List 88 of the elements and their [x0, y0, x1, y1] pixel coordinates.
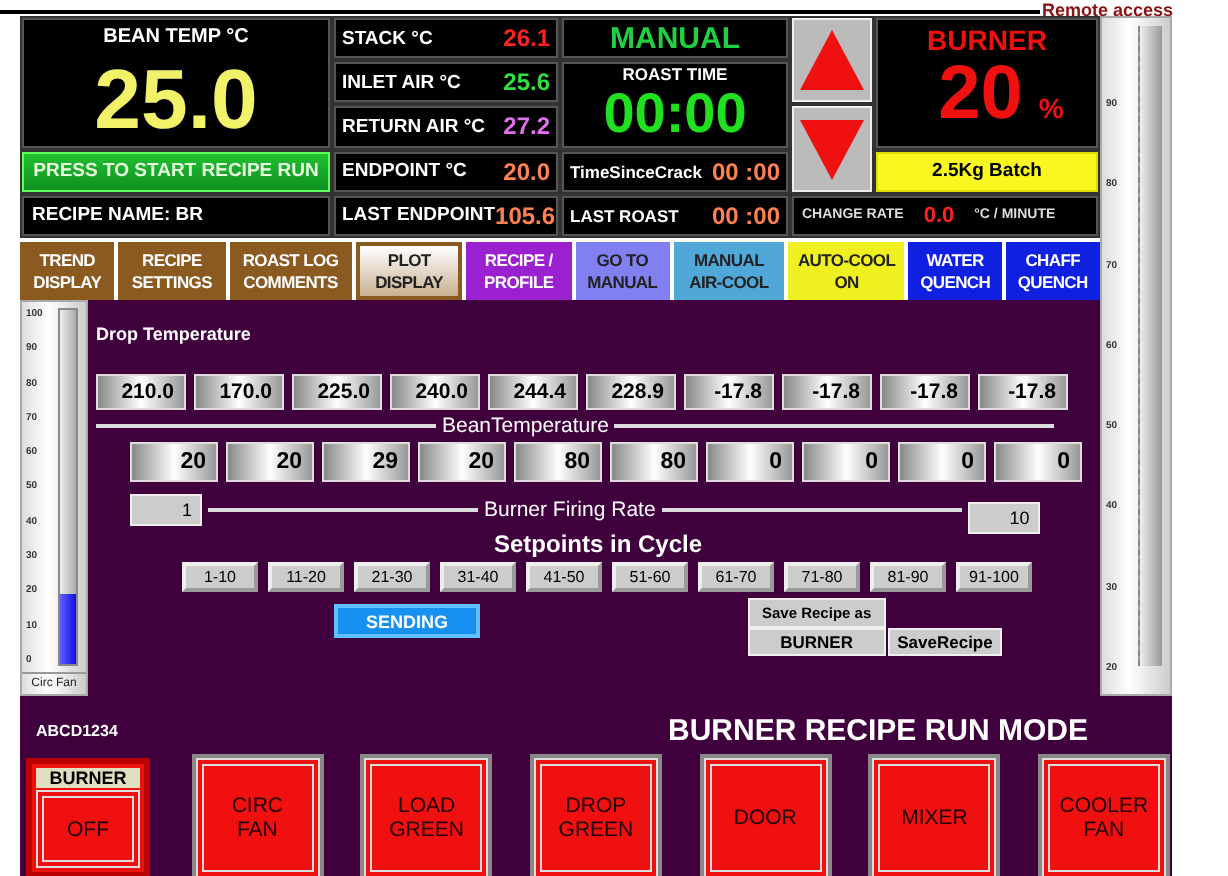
reading-label: LAST ENDPOINT [342, 204, 496, 227]
recipe-name-field[interactable]: BURNER [748, 628, 886, 656]
firing-rate-field[interactable]: 20 [226, 442, 314, 482]
bean-temp-value: 25.0 [94, 52, 258, 148]
tab[interactable]: GO TO MANUAL [575, 242, 670, 300]
tab[interactable]: MANUAL AIR-COOL [673, 242, 785, 300]
firing-rate-field[interactable]: 80 [610, 442, 698, 482]
reading-value: 25.6 [503, 68, 550, 97]
tab[interactable]: TREND DISPLAY [20, 242, 115, 300]
firing-rate-field[interactable]: 20 [130, 442, 218, 482]
roast-time-label: ROAST TIME [622, 64, 728, 85]
last-roast-value: 00 :00 [711, 201, 780, 230]
control-button[interactable]: DOOR [703, 758, 828, 876]
firing-rate-field[interactable]: 0 [898, 442, 986, 482]
remote-access-label: Remote access [1042, 0, 1174, 20]
temperature-field[interactable]: -17.8 [684, 374, 774, 410]
time-since-crack-label: TimeSinceCrack [570, 161, 702, 182]
control-button[interactable]: DROP GREEN [533, 758, 658, 876]
mode-indicator: MANUAL [562, 18, 788, 59]
save-recipe-button[interactable]: SaveRecipe [887, 628, 1003, 656]
control-button[interactable]: MIXER [872, 758, 997, 876]
temperature-field[interactable]: -17.8 [880, 374, 970, 410]
cycle-range-button[interactable]: 61-70 [698, 562, 774, 592]
reading-label: ENDPOINT °C [342, 160, 467, 183]
temperature-field[interactable]: 228.9 [586, 374, 676, 410]
burner-unit: % [1038, 92, 1064, 124]
up-arrow-icon [798, 28, 866, 93]
range-start-field[interactable]: 1 [130, 494, 202, 526]
tab[interactable]: RECIPE / PROFILE [466, 242, 572, 300]
cycle-range-button[interactable]: 11-20 [268, 562, 344, 592]
roast-time-value: 00:00 [603, 84, 747, 145]
range-end-field[interactable]: 10 [967, 502, 1040, 534]
down-arrow-icon [798, 117, 866, 182]
bean-temperature-label: BeanTemperature [442, 414, 609, 438]
firing-rate-field[interactable]: 80 [514, 442, 602, 482]
burner-value: 20 [938, 56, 1023, 132]
reading-value: 27.2 [503, 112, 550, 141]
temperature-field[interactable]: 240.0 [390, 374, 480, 410]
cycle-range-button[interactable]: 41-50 [526, 562, 602, 592]
setpoints-title: Setpoints in Cycle [493, 530, 703, 558]
control-button[interactable]: OFF [36, 790, 140, 868]
last-roast-label: LAST ROAST [570, 205, 679, 226]
cycle-range-button[interactable]: 81-90 [870, 562, 946, 592]
firing-rate-field[interactable]: 0 [994, 442, 1082, 482]
drop-temperature-label: Drop Temperature [96, 324, 251, 344]
temperature-field[interactable]: 210.0 [96, 374, 186, 410]
temperature-field[interactable]: 225.0 [292, 374, 382, 410]
control-label: BURNER [36, 768, 140, 788]
reading-label: STACK °C [342, 27, 433, 50]
tab[interactable]: CHAFF QUENCH [1005, 242, 1100, 300]
control-button[interactable]: CIRC FAN [195, 758, 320, 876]
tab[interactable]: ROAST LOG COMMENTS [229, 242, 352, 300]
temperature-field[interactable]: -17.8 [978, 374, 1068, 410]
batch-size: 2.5Kg Batch [876, 151, 1098, 192]
control-button[interactable]: COOLER FAN [1041, 758, 1166, 876]
temperature-field[interactable]: 170.0 [194, 374, 284, 410]
tab[interactable]: RECIPE SETTINGS [118, 242, 226, 300]
cycle-range-button[interactable]: 31-40 [440, 562, 516, 592]
firing-rate-field[interactable]: 0 [706, 442, 794, 482]
increase-button[interactable] [792, 18, 872, 103]
tab[interactable]: AUTO-COOL ON [788, 242, 905, 300]
firing-rate-field[interactable]: 29 [322, 442, 410, 482]
reading-label: RETURN AIR °C [342, 115, 486, 138]
cycle-range-button[interactable]: 71-80 [784, 562, 860, 592]
tab[interactable]: WATER QUENCH [908, 242, 1002, 300]
cycle-range-button[interactable]: 1-10 [182, 562, 258, 592]
temperature-field[interactable]: 244.4 [488, 374, 578, 410]
run-mode-title: BURNER RECIPE RUN MODE [667, 714, 1088, 748]
burner-label: BURNER [927, 24, 1047, 56]
recipe-code: ABCD1234 [36, 722, 118, 740]
temperature-field[interactable]: -17.8 [782, 374, 872, 410]
time-since-crack-value: 00 :00 [711, 157, 780, 186]
reading-value: 26.1 [503, 24, 550, 53]
firing-rate-field[interactable]: 20 [418, 442, 506, 482]
change-rate-value: 0.0 [923, 203, 955, 228]
recipe-name: RECIPE NAME: BR [22, 195, 330, 236]
reading-value: 105.6 [495, 201, 556, 230]
cycle-range-button[interactable]: 21-30 [354, 562, 430, 592]
bean-temp-label: BEAN TEMP °C [103, 26, 249, 48]
cycle-range-button[interactable]: 51-60 [612, 562, 688, 592]
firing-rate-field[interactable]: 0 [802, 442, 890, 482]
reading-value: 20.0 [503, 157, 550, 186]
firing-rate-label: Burner Firing Rate [484, 498, 656, 522]
reading-label: INLET AIR °C [342, 71, 461, 94]
control-button[interactable]: LOAD GREEN [364, 758, 489, 876]
decrease-button[interactable] [792, 106, 872, 192]
cycle-range-button[interactable]: 91-100 [956, 562, 1032, 592]
tab[interactable]: PLOT DISPLAY [355, 242, 463, 300]
